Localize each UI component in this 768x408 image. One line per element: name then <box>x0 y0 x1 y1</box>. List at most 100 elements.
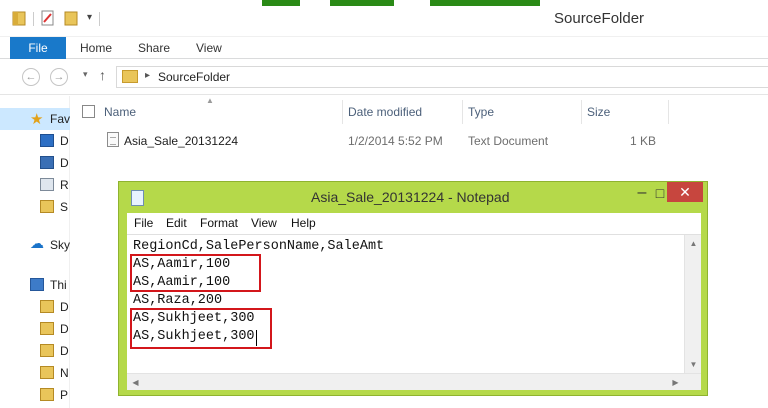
notepad-title: Asia_Sale_20131224 - Notepad <box>311 189 510 205</box>
tab-view[interactable]: View <box>196 37 222 59</box>
nav-item-label: R <box>60 178 69 192</box>
nav-item-downloads[interactable]: D <box>0 152 70 174</box>
select-all-checkbox[interactable] <box>82 105 95 118</box>
folder-icon <box>122 70 138 83</box>
text-document-icon <box>107 132 119 147</box>
nav-item-favorites[interactable]: ★ Fav <box>0 108 70 130</box>
music-icon <box>40 366 54 379</box>
folder-icon <box>40 344 54 357</box>
column-divider[interactable] <box>668 100 669 124</box>
address-box[interactable]: ▸ SourceFolder <box>116 66 768 88</box>
nav-item-music[interactable]: N <box>0 362 70 384</box>
folder-icon <box>40 322 54 335</box>
minimize-button[interactable]: – <box>629 184 655 204</box>
nav-item-label: D <box>60 134 69 148</box>
ribbon-tabs: File Home Share View <box>0 37 768 59</box>
scroll-down-arrow-icon[interactable]: ▼ <box>685 356 702 373</box>
column-headers: ▲ Name Date modified Type Size <box>70 96 768 126</box>
skydrive-cloud-icon: ☁ <box>30 235 44 251</box>
file-date-modified: 1/2/2014 5:52 PM <box>348 134 443 148</box>
nav-item-recent[interactable]: R <box>0 174 70 196</box>
background-decoration <box>330 0 394 6</box>
navigation-pane[interactable]: ★ Fav D D R S ☁ Sky Thi D D D N P <box>0 96 70 408</box>
background-decoration <box>262 0 300 6</box>
horizontal-scrollbar[interactable]: ◀ ▶ <box>127 373 701 390</box>
back-button[interactable]: ← <box>22 68 40 86</box>
file-size: 1 KB <box>630 134 657 148</box>
downloads-icon <box>40 156 54 169</box>
up-arrow-icon[interactable]: ↑ <box>99 67 106 83</box>
column-header-date-modified[interactable]: Date modified <box>348 105 422 119</box>
menu-file[interactable]: File <box>134 216 153 230</box>
folder-icon[interactable] <box>12 9 26 27</box>
chevron-right-icon[interactable]: ▸ <box>145 70 150 81</box>
vertical-scrollbar[interactable]: ▲ ▼ <box>684 235 701 373</box>
nav-item-pictures[interactable]: P <box>0 384 70 406</box>
scroll-up-arrow-icon[interactable]: ▲ <box>685 235 702 252</box>
properties-icon[interactable] <box>41 9 55 27</box>
menu-view[interactable]: View <box>251 216 277 230</box>
nav-item-label: D <box>60 156 69 170</box>
recent-locations-dropdown-icon[interactable]: ▾ <box>83 69 88 80</box>
file-name[interactable]: Asia_Sale_20131224 <box>124 134 238 148</box>
address-path[interactable]: SourceFolder <box>158 70 230 84</box>
duplicate-highlight-box <box>130 308 272 349</box>
nav-item-label: D <box>60 322 69 336</box>
new-folder-icon[interactable] <box>64 9 78 27</box>
nav-item-label: Thi <box>50 278 67 292</box>
recent-places-icon <box>40 178 54 191</box>
column-header-size[interactable]: Size <box>587 105 610 119</box>
tab-file[interactable]: File <box>10 37 66 59</box>
notepad-icon[interactable] <box>131 190 144 206</box>
text-line: AS,Raza,200 <box>133 293 223 308</box>
column-divider[interactable] <box>342 100 343 124</box>
nav-item-folder[interactable]: D <box>0 296 70 318</box>
duplicate-highlight-box <box>130 254 261 292</box>
nav-item-label: P <box>60 388 69 402</box>
nav-item-label: Fav <box>50 112 71 126</box>
maximize-button[interactable]: □ <box>655 184 665 204</box>
column-header-type[interactable]: Type <box>468 105 494 119</box>
window-title: SourceFolder <box>554 10 645 27</box>
menu-edit[interactable]: Edit <box>166 216 187 230</box>
menu-help[interactable]: Help <box>291 216 316 230</box>
nav-item-folder[interactable]: D <box>0 318 70 340</box>
menu-format[interactable]: Format <box>200 216 238 230</box>
computer-icon <box>30 278 44 291</box>
nav-item-sourcefolder[interactable]: S <box>0 196 70 218</box>
scroll-left-arrow-icon[interactable]: ◀ <box>127 374 144 391</box>
nav-item-label: N <box>60 366 69 380</box>
nav-item-label: Sky <box>50 238 71 252</box>
column-header-name[interactable]: Name <box>104 105 136 119</box>
nav-item-folder[interactable]: D <box>0 340 70 362</box>
forward-button[interactable]: → <box>50 68 68 86</box>
tab-share[interactable]: Share <box>138 37 170 59</box>
notepad-text-area[interactable]: RegionCd,SalePersonName,SaleAmt AS,Aamir… <box>127 234 701 390</box>
nav-item-skydrive[interactable]: ☁ Sky <box>0 234 70 256</box>
text-line: RegionCd,SalePersonName,SaleAmt <box>133 239 385 254</box>
quick-access-dropdown-icon[interactable]: ▾ <box>87 12 92 23</box>
close-button[interactable]: ✕ <box>667 182 703 202</box>
notepad-window[interactable]: Asia_Sale_20131224 - Notepad – □ ✕ File … <box>118 181 708 396</box>
divider <box>99 12 100 26</box>
nav-item-label: D <box>60 344 69 358</box>
nav-item-label: S <box>60 200 69 214</box>
folder-icon <box>40 300 54 313</box>
file-type: Text Document <box>468 134 549 148</box>
tab-home[interactable]: Home <box>80 37 112 59</box>
nav-item-desktop[interactable]: D <box>0 130 70 152</box>
nav-item-label: D <box>60 300 69 314</box>
background-decoration <box>430 0 540 6</box>
nav-item-this-pc[interactable]: Thi <box>0 274 70 296</box>
pictures-icon <box>40 388 54 401</box>
desktop-icon <box>40 134 54 147</box>
folder-icon <box>40 200 54 213</box>
scroll-right-arrow-icon[interactable]: ▶ <box>667 374 684 391</box>
sort-ascending-icon: ▲ <box>206 96 214 105</box>
column-divider[interactable] <box>581 100 582 124</box>
file-row[interactable]: Asia_Sale_20131224 1/2/2014 5:52 PM Text… <box>70 128 768 150</box>
column-divider[interactable] <box>462 100 463 124</box>
notepad-menu-bar: File Edit Format View Help <box>127 213 701 234</box>
address-bar-row: ← → ▾ ↑ ▸ SourceFolder <box>0 59 768 95</box>
explorer-title-bar: ▾ SourceFolder <box>0 0 768 37</box>
